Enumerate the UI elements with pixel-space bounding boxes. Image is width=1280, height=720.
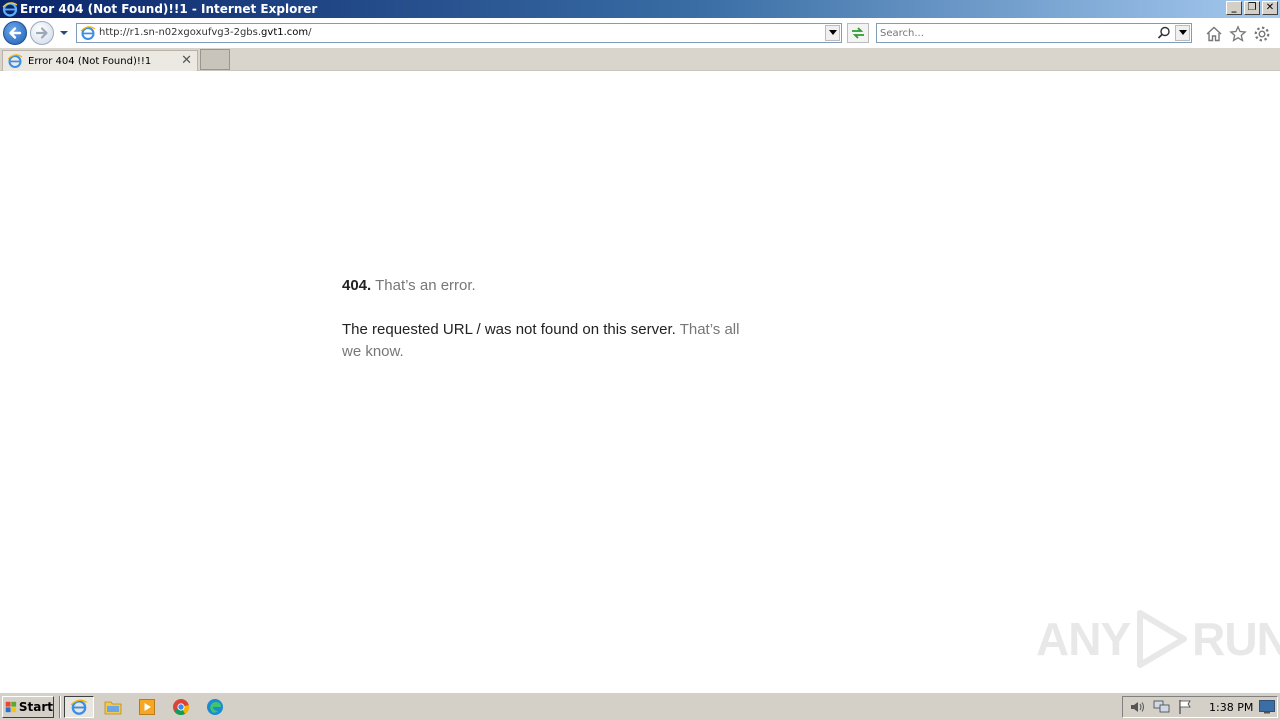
anyrun-watermark: ANY RUN — [1036, 609, 1280, 669]
speaker-icon[interactable] — [1129, 699, 1147, 715]
start-button[interactable]: Start — [2, 696, 54, 718]
navigation-toolbar: http://r1.sn-n02xgoxufvg3-2gbs.gvt1.com/ — [0, 18, 1280, 48]
start-label: Start — [18, 700, 53, 714]
taskbar-chrome[interactable] — [166, 696, 196, 718]
error-heading: 404. That’s an error. — [342, 275, 742, 297]
watermark-text-left: ANY — [1036, 613, 1131, 665]
new-tab-button[interactable] — [200, 49, 230, 70]
tab-title: Error 404 (Not Found)!!1 — [28, 55, 152, 67]
close-window-button[interactable]: ✕ — [1262, 1, 1278, 15]
error-detail: The requested URL / was not found on thi… — [342, 319, 742, 363]
media-player-icon — [139, 699, 155, 715]
recent-pages-dropdown-icon[interactable] — [58, 27, 70, 39]
back-button[interactable] — [3, 21, 27, 45]
address-dropdown-button[interactable] — [825, 25, 840, 41]
minimize-button[interactable]: _ — [1226, 1, 1242, 15]
tab-strip: Error 404 (Not Found)!!1 ✕ — [0, 48, 1280, 71]
internet-explorer-icon — [2, 2, 18, 17]
search-box[interactable] — [876, 23, 1192, 43]
search-icon[interactable] — [1157, 26, 1171, 40]
system-tray: 1:38 PM — [1122, 696, 1278, 718]
tab-active[interactable]: Error 404 (Not Found)!!1 ✕ — [2, 50, 198, 71]
forward-arrow-icon — [35, 27, 48, 39]
taskbar: Start 1:38 PM — [0, 692, 1280, 720]
search-dropdown-button[interactable] — [1175, 25, 1190, 41]
show-desktop-icon[interactable] — [1259, 700, 1275, 714]
home-icon[interactable] — [1205, 25, 1223, 43]
tab-close-icon[interactable]: ✕ — [181, 53, 192, 68]
page-ie-icon — [80, 26, 96, 40]
window-title: Error 404 (Not Found)!!1 - Internet Expl… — [20, 2, 318, 16]
address-bar[interactable]: http://r1.sn-n02xgoxufvg3-2gbs.gvt1.com/ — [76, 23, 842, 43]
page-content: 404. That’s an error. The requested URL … — [0, 71, 1280, 692]
taskbar-media-player[interactable] — [132, 696, 162, 718]
refresh-arrows-icon — [852, 27, 864, 39]
windows-logo-icon — [5, 701, 17, 713]
address-url[interactable]: http://r1.sn-n02xgoxufvg3-2gbs.gvt1.com/ — [99, 27, 312, 38]
favorites-star-icon[interactable] — [1229, 25, 1247, 43]
restore-button[interactable]: ❐ — [1244, 1, 1260, 15]
clock[interactable]: 1:38 PM — [1209, 701, 1253, 714]
error-message-block: 404. That’s an error. The requested URL … — [342, 275, 742, 385]
compatibility-view-button[interactable] — [847, 23, 869, 43]
error-code: 404. — [342, 277, 372, 294]
taskbar-internet-explorer[interactable] — [64, 696, 94, 718]
action-center-flag-icon[interactable] — [1177, 699, 1195, 715]
settings-gear-icon[interactable] — [1253, 25, 1271, 43]
taskbar-file-explorer[interactable] — [98, 696, 128, 718]
search-input[interactable] — [880, 26, 1150, 40]
chevron-down-icon — [1178, 30, 1187, 35]
folder-icon — [104, 701, 122, 715]
window-title-bar[interactable]: Error 404 (Not Found)!!1 - Internet Expl… — [0, 0, 1280, 18]
back-arrow-icon — [9, 27, 22, 39]
edge-icon — [207, 699, 223, 715]
play-triangle-icon — [1137, 610, 1188, 668]
chrome-icon — [173, 699, 190, 715]
internet-explorer-icon — [70, 699, 88, 715]
network-icon[interactable] — [1153, 699, 1171, 715]
chevron-down-icon — [828, 30, 837, 35]
tab-ie-icon — [7, 54, 23, 68]
taskbar-separator — [59, 696, 61, 718]
error-detail-message: The requested URL / was not found on thi… — [342, 321, 676, 338]
watermark-text-right: RUN — [1192, 613, 1280, 665]
forward-button[interactable] — [30, 21, 54, 45]
error-code-message: That’s an error. — [375, 277, 476, 294]
taskbar-edge[interactable] — [200, 696, 230, 718]
